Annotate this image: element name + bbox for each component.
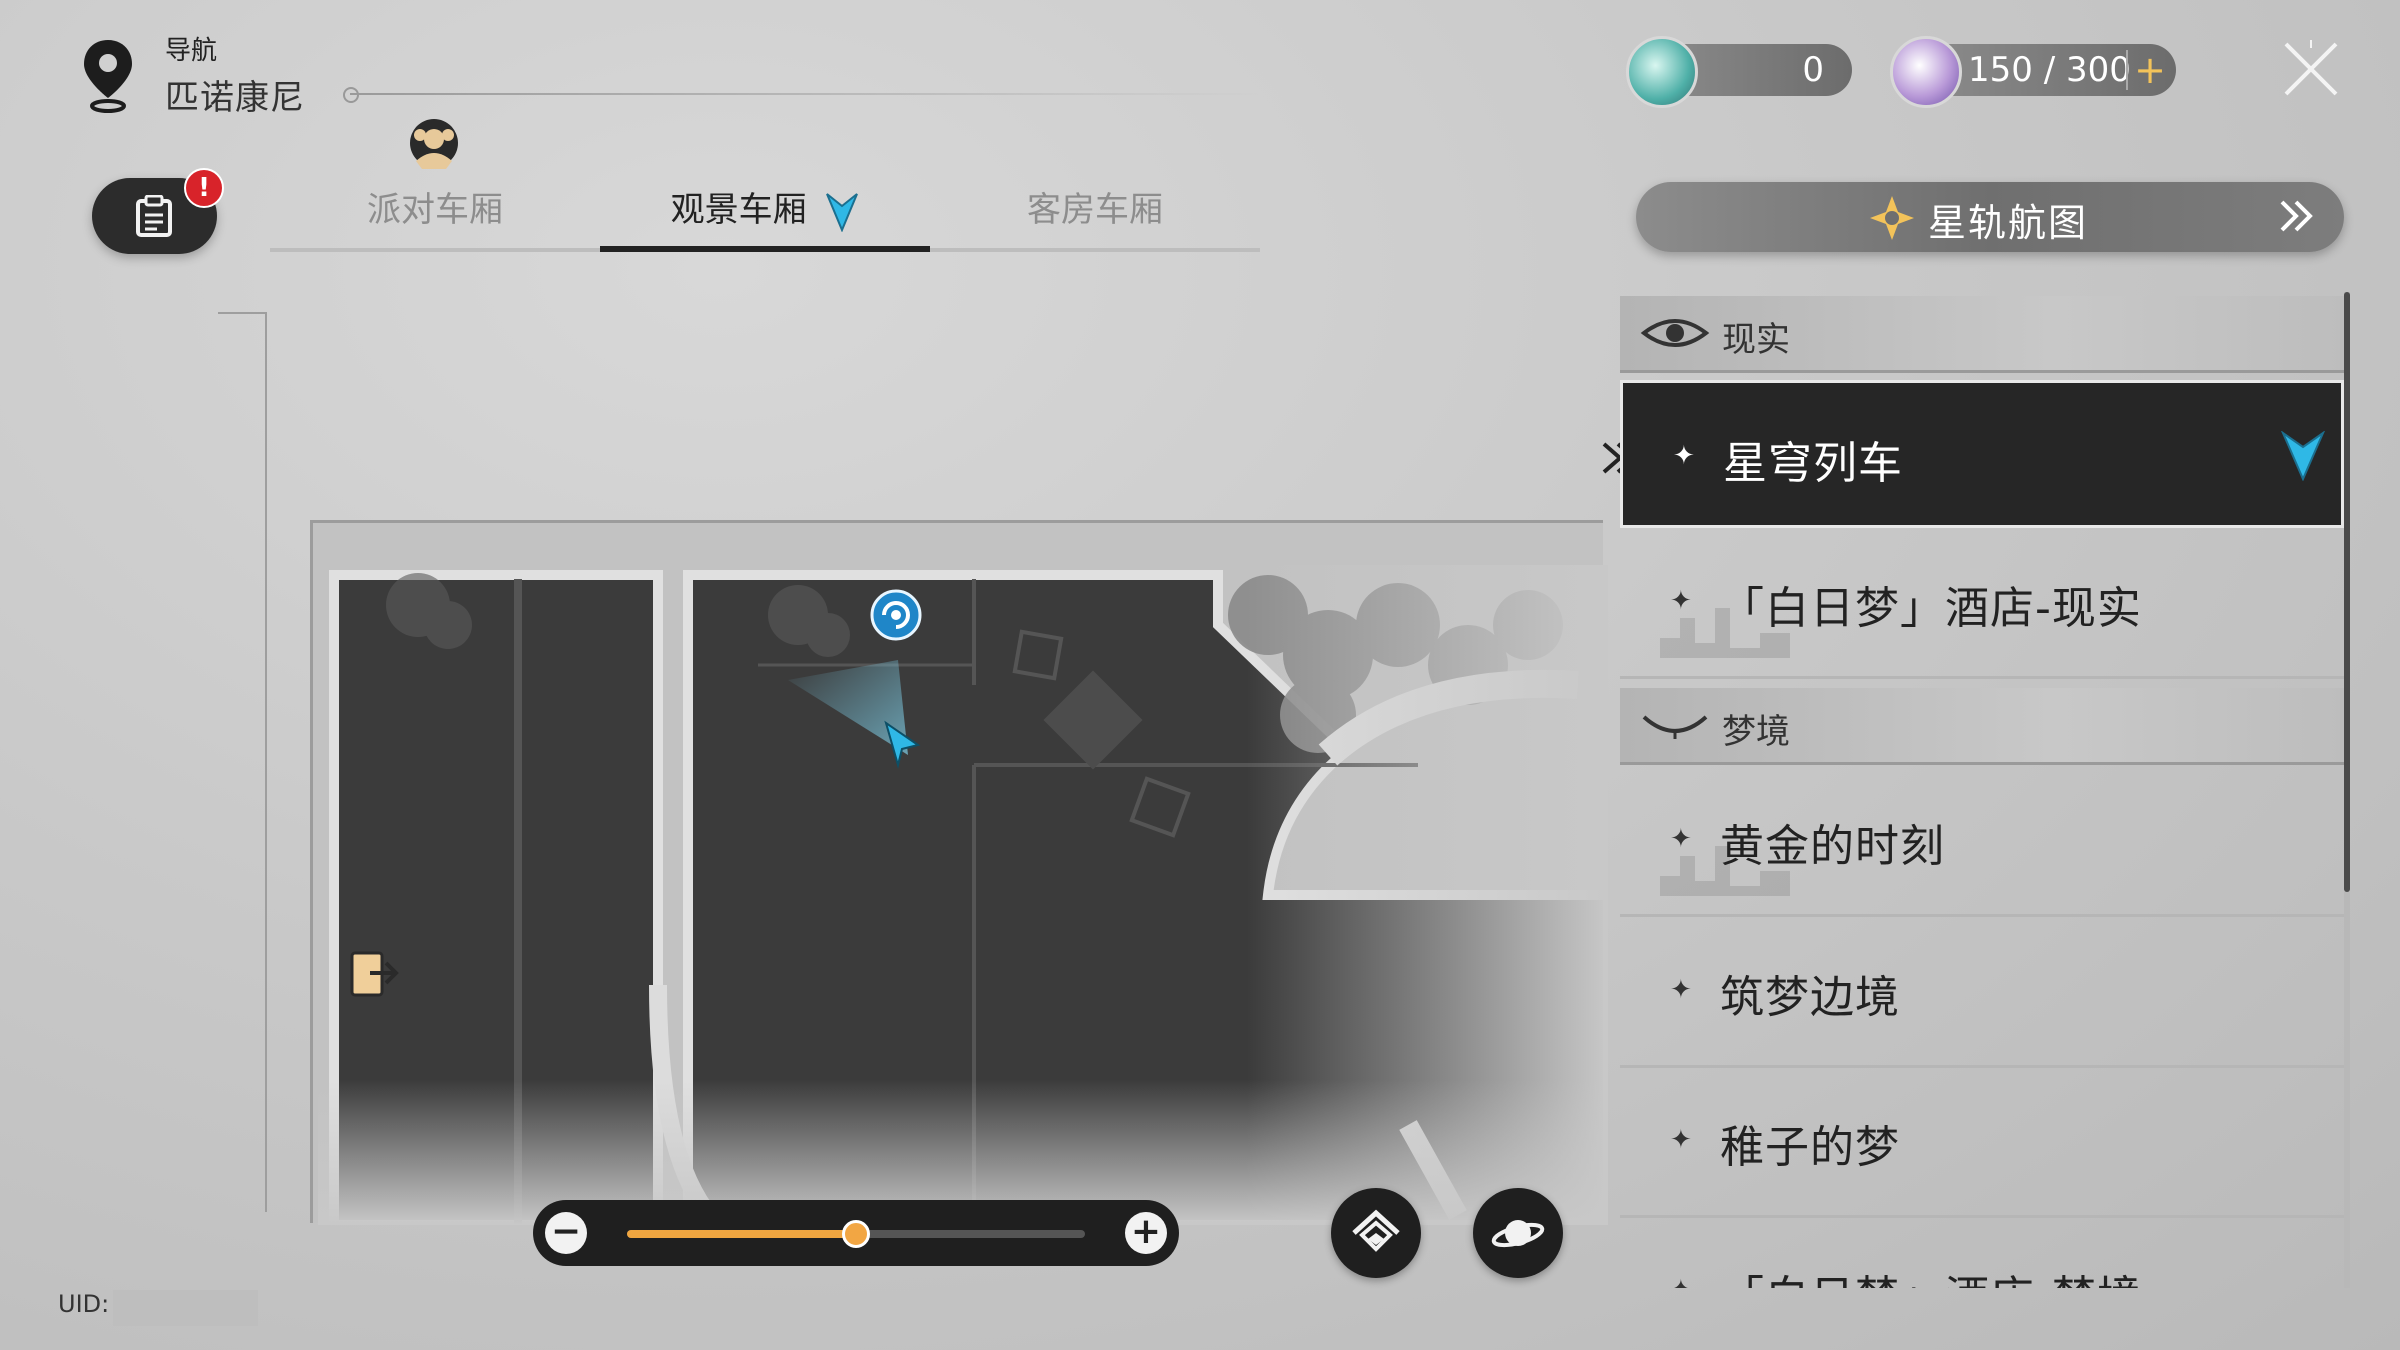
star-bullet-icon: ✦ (1670, 824, 1692, 854)
section-reality-label: 现实 (1722, 320, 1790, 360)
location-label: 星穹列车 (1723, 438, 1903, 489)
recenter-button[interactable] (1331, 1188, 1421, 1278)
star-bullet-icon: ✦ (1670, 1125, 1692, 1155)
star-bullet-icon: ✦ (1670, 975, 1692, 1005)
tab-party-carriage[interactable]: 派对车厢 (270, 180, 600, 240)
compass-star-icon (1870, 196, 1914, 240)
currency-stellar-jade: 0 (1626, 36, 1852, 108)
location-item-hotel-reality[interactable]: ✦ 「白日梦」酒店-现实 (1620, 528, 2344, 679)
nav-label: 导航 (165, 36, 218, 66)
zoom-out-button[interactable]: − (545, 1212, 587, 1254)
location-label: 黄金的时刻 (1720, 821, 1945, 872)
carriage-tabs: 派对车厢 观景车厢 客房车厢 (270, 160, 1260, 252)
planet-icon (1491, 1220, 1545, 1248)
zoom-in-button[interactable]: + (1125, 1212, 1167, 1254)
planet-view-button[interactable] (1473, 1188, 1563, 1278)
location-item-golden-hour[interactable]: ✦ 黄金的时刻 (1620, 766, 2344, 917)
star-bullet-icon: ✦ (1673, 441, 1695, 471)
location-label: 「白日梦」酒店-现实 (1720, 583, 2142, 634)
current-location: 匹诺康尼 (165, 78, 305, 118)
star-bullet-icon: ✦ (1670, 1275, 1692, 1288)
closed-eye-icon (1642, 715, 1708, 739)
location-item-childs-dream[interactable]: ✦ 稚子的梦 (1620, 1067, 2344, 1218)
carriage-map[interactable] (318, 565, 1608, 1225)
add-power-button[interactable]: + (2126, 50, 2172, 90)
tab-label: 客房车厢 (1027, 190, 1163, 230)
currency-value: 0 (1802, 50, 1824, 90)
star-rail-map-label: 星轨航图 (1928, 201, 2089, 245)
location-item-dream-edge[interactable]: ✦ 筑梦边境 (1620, 917, 2344, 1068)
mission-alert-badge: ! (184, 168, 224, 208)
active-tab-indicator (600, 246, 930, 252)
location-item-astral-express[interactable]: ✦ 星穹列车 (1620, 380, 2344, 528)
zoom-slider-handle[interactable] (842, 1220, 870, 1248)
home-icon (1352, 1209, 1400, 1252)
zoom-slider[interactable] (627, 1220, 1085, 1248)
location-label: 筑梦边境 (1720, 972, 1900, 1023)
close-icon[interactable] (2280, 38, 2342, 100)
section-dream-header: 梦境 (1620, 688, 2344, 765)
location-list-panel: 现实 ✦ 星穹列车 ✦ 「白日梦」酒店-现实 梦境 ✦ 黄金的时刻 ✦ 筑梦边境… (1620, 296, 2350, 1288)
location-label: 稚子的梦 (1720, 1122, 1900, 1173)
space-anchor-icon[interactable] (870, 589, 922, 641)
map-frame-line (265, 312, 267, 1212)
uid-display: UID: (58, 1290, 258, 1330)
current-location-chevron-icon (2281, 431, 2325, 481)
zoom-control: − + (533, 1200, 1179, 1266)
double-chevron-right-icon (2280, 200, 2313, 232)
nav-line-dot (343, 87, 359, 103)
map-frame-line (218, 312, 266, 314)
navigation-header: 导航 匹诺康尼 (80, 30, 440, 120)
trailblaze-power-icon (1890, 36, 1962, 108)
star-rail-map-button[interactable]: 星轨航图 (1636, 182, 2344, 252)
tab-label: 派对车厢 (367, 190, 503, 230)
star-bullet-icon: ✦ (1670, 586, 1692, 616)
tab-parlor-carriage[interactable]: 观景车厢 (600, 180, 930, 240)
nav-divider (350, 93, 1260, 95)
location-item-hotel-dreamscape[interactable]: ✦ 「白日梦」酒店-梦境 (1620, 1217, 2344, 1288)
uid-label: UID: (58, 1290, 110, 1318)
tab-guest-carriage[interactable]: 客房车厢 (930, 180, 1260, 240)
clipboard-icon (136, 195, 172, 237)
map-pin-icon (84, 40, 132, 113)
location-label: 「白日梦」酒店-梦境 (1720, 1261, 2142, 1288)
tab-label: 观景车厢 (670, 190, 807, 230)
currency-value: 150 / 300 (1968, 50, 2131, 90)
section-dream-label: 梦境 (1722, 712, 1790, 752)
currency-trailblaze-power: 150 / 300 + (1890, 36, 2176, 108)
zoom-slider-fill (627, 1230, 856, 1238)
uid-value-redacted (113, 1290, 258, 1326)
stellar-jade-icon (1626, 36, 1698, 108)
section-reality-header: 现实 (1620, 296, 2344, 373)
current-location-chevron-icon (826, 192, 859, 233)
eye-icon (1640, 319, 1710, 347)
